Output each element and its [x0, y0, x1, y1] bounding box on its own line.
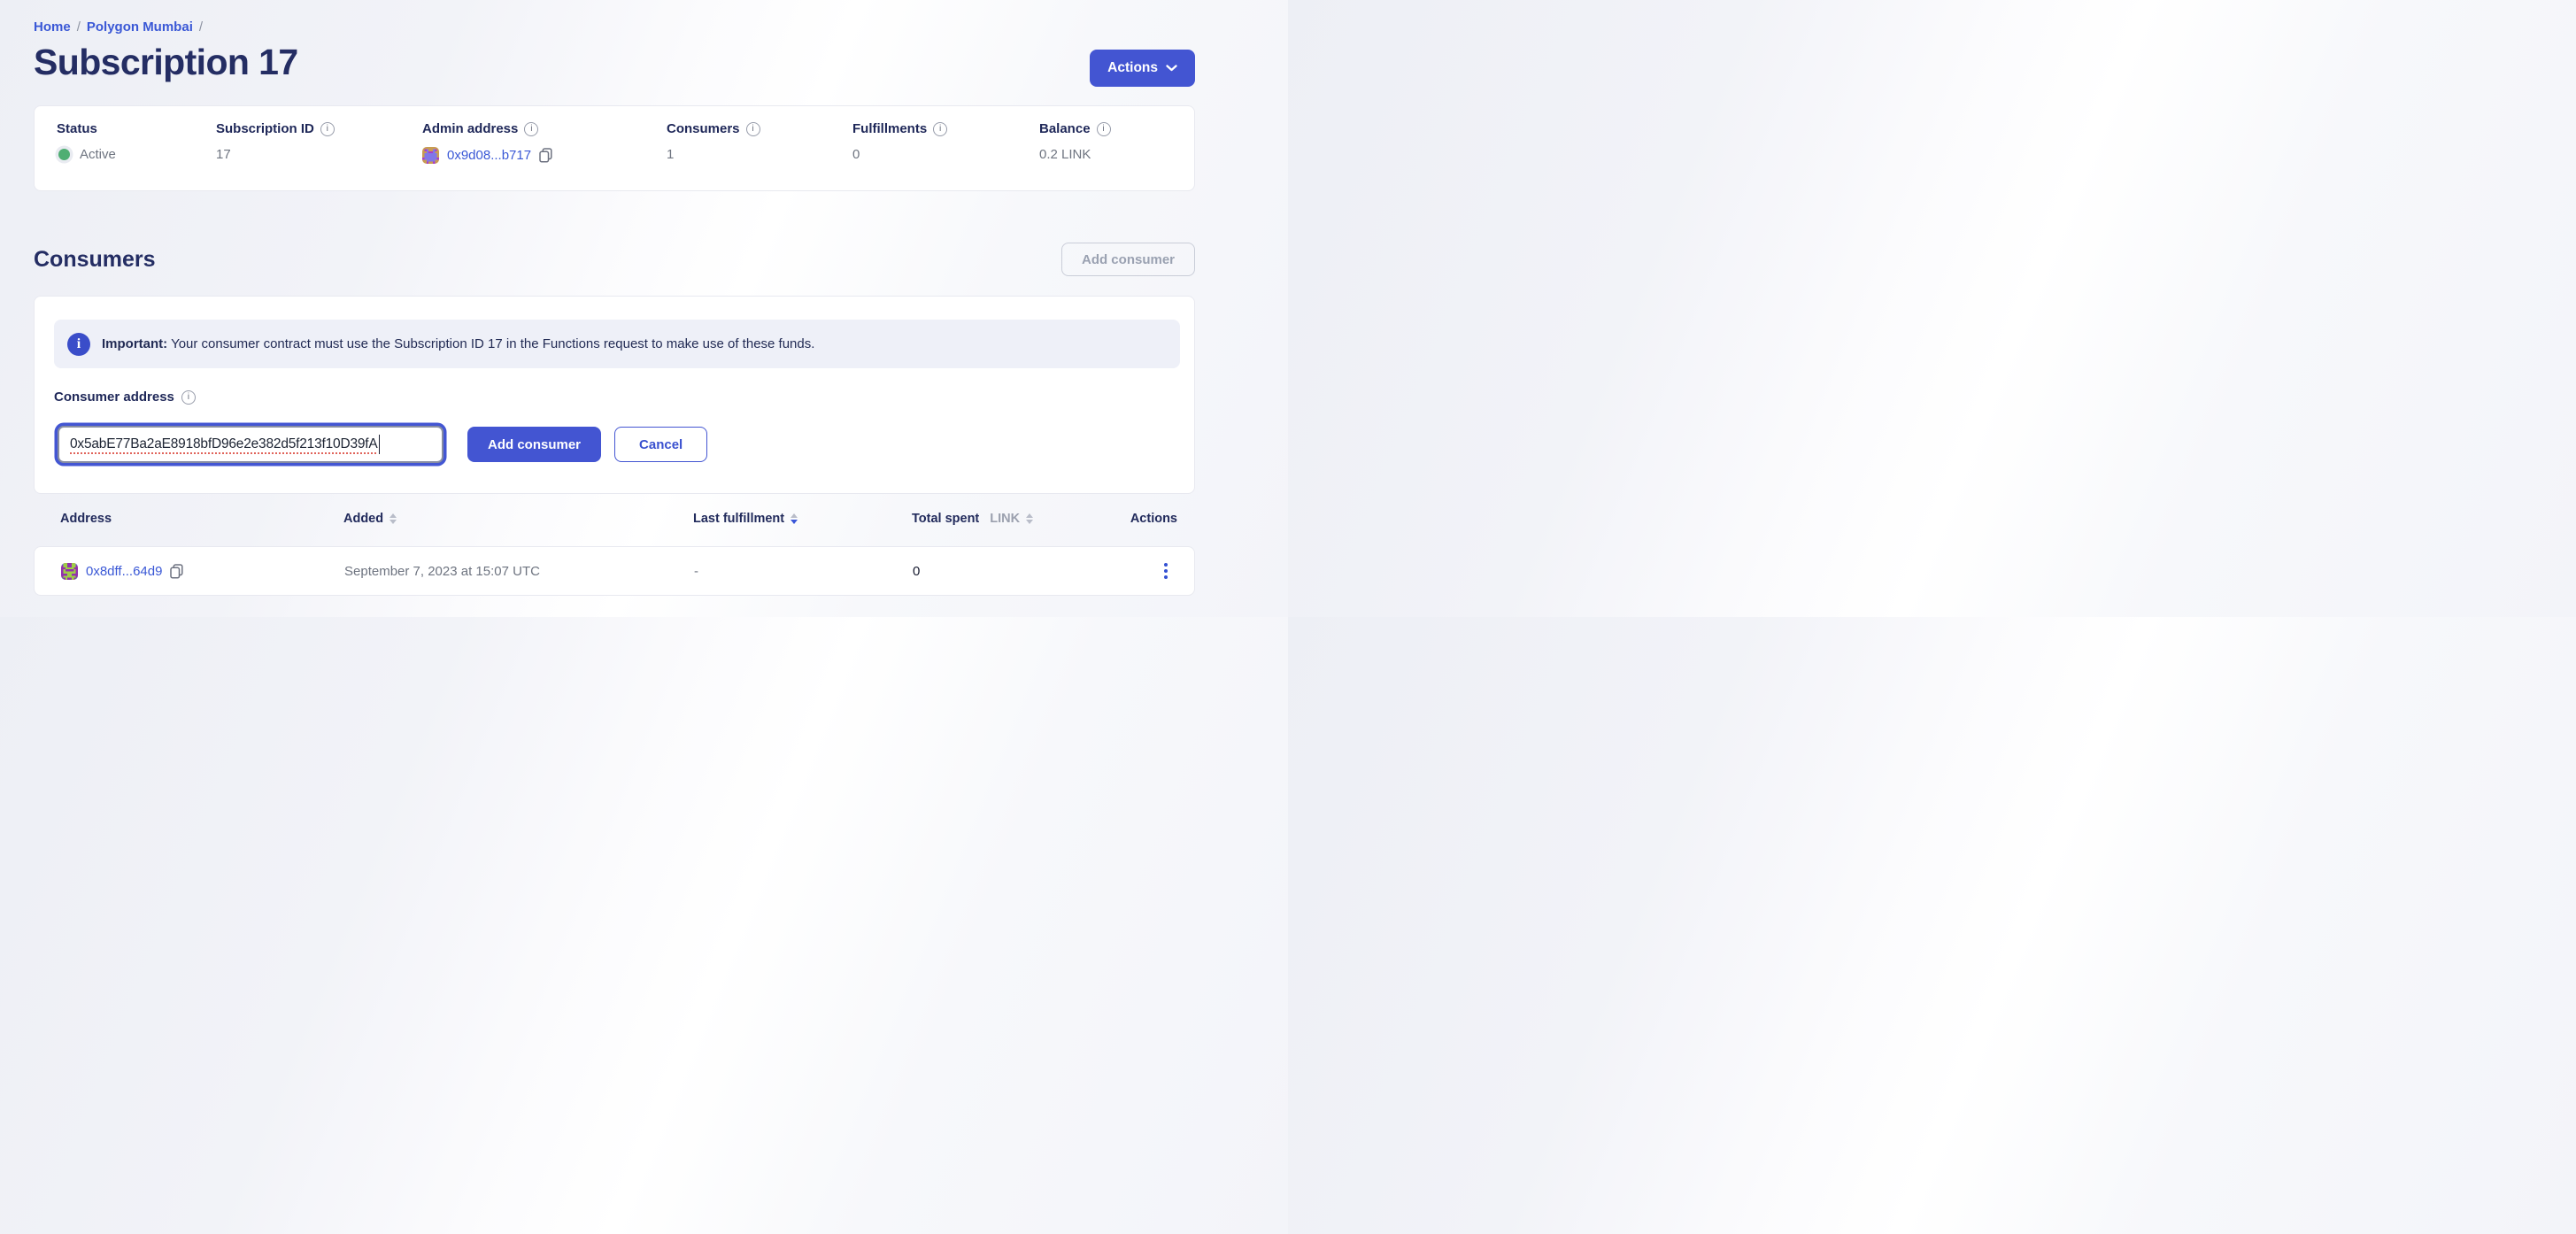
- actions-button-label: Actions: [1107, 60, 1158, 76]
- summary-admin-address: Admin address: [422, 121, 667, 164]
- add-consumer-form-card: Important: Your consumer contract must u…: [34, 296, 1195, 494]
- add-consumer-submit-button[interactable]: Add consumer: [467, 427, 601, 462]
- consumer-last-fulfillment-cell: -: [694, 564, 913, 579]
- status-label: Status: [57, 121, 97, 136]
- breadcrumb-separator: /: [199, 19, 203, 35]
- info-icon[interactable]: [320, 122, 335, 136]
- consumer-added-cell: September 7, 2023 at 15:07 UTC: [344, 564, 694, 579]
- consumer-actions-cell: [1107, 559, 1176, 582]
- consumer-address-input[interactable]: 0x5abE77Ba2aE8918bfD96e2e382d5f213f10D39…: [58, 426, 443, 463]
- admin-address-label: Admin address: [422, 121, 518, 136]
- fulfillments-value: 0: [852, 147, 860, 162]
- consumer-address-label: Consumer address: [54, 389, 174, 405]
- fulfillments-label: Fulfillments: [852, 121, 927, 136]
- consumers-value: 1: [667, 147, 674, 162]
- balance-label: Balance: [1039, 121, 1091, 136]
- consumers-table-header: Address Added Last fulfillment Total spe…: [34, 506, 1195, 531]
- copy-icon[interactable]: [170, 564, 183, 579]
- add-consumer-button-disabled[interactable]: Add consumer: [1061, 243, 1195, 276]
- summary-status: Status Active: [57, 121, 216, 164]
- consumer-table-row: 0x8dff...64d9 September 7, 2023 at 15:07…: [34, 546, 1195, 596]
- text-caret: [379, 435, 381, 454]
- breadcrumb-network-link[interactable]: Polygon Mumbai: [87, 19, 193, 35]
- subscription-summary-card: Status Active Subscription ID 17 Admin a…: [34, 105, 1195, 191]
- summary-fulfillments: Fulfillments 0: [852, 121, 1039, 164]
- summary-subscription-id: Subscription ID 17: [216, 121, 422, 164]
- sort-icon[interactable]: [389, 513, 397, 525]
- table-header-address: Address: [60, 512, 343, 526]
- consumers-label: Consumers: [667, 121, 740, 136]
- summary-consumers: Consumers 1: [667, 121, 852, 164]
- balance-value: 0.2 LINK: [1039, 147, 1091, 162]
- info-icon[interactable]: [524, 122, 538, 136]
- cancel-button[interactable]: Cancel: [614, 427, 707, 462]
- subscription-detail-page: Home / Polygon Mumbai / Subscription 17 Act…: [34, 0, 1195, 596]
- status-value: Active: [80, 147, 116, 162]
- sort-icon-active[interactable]: [791, 513, 798, 525]
- info-icon[interactable]: [933, 122, 947, 136]
- consumer-total-spent-cell: 0: [913, 564, 1107, 579]
- subscription-id-value: 17: [216, 147, 231, 162]
- breadcrumb: Home / Polygon Mumbai /: [34, 19, 1195, 35]
- consumers-heading: Consumers: [34, 247, 156, 273]
- chevron-down-icon: [1166, 65, 1177, 72]
- info-circle-icon: [67, 333, 90, 356]
- consumer-address-input-value: 0x5abE77Ba2aE8918bfD96e2e382d5f213f10D39…: [70, 436, 378, 452]
- copy-icon[interactable]: [539, 148, 552, 163]
- breadcrumb-home-link[interactable]: Home: [34, 19, 71, 35]
- table-header-actions: Actions: [1107, 512, 1177, 526]
- actions-button[interactable]: Actions: [1090, 50, 1195, 87]
- breadcrumb-separator: /: [77, 19, 81, 35]
- subscription-id-label: Subscription ID: [216, 121, 314, 136]
- admin-address-link[interactable]: 0x9d08...b717: [447, 148, 531, 163]
- status-active-dot: [58, 149, 70, 160]
- page-title: Subscription 17: [34, 42, 1195, 83]
- sort-icon[interactable]: [1026, 513, 1033, 525]
- important-banner: Important: Your consumer contract must u…: [54, 320, 1180, 368]
- consumer-address-cell: 0x8dff...64d9: [61, 563, 344, 580]
- table-header-added[interactable]: Added: [343, 512, 693, 526]
- consumer-address-link[interactable]: 0x8dff...64d9: [86, 564, 162, 579]
- kebab-menu-icon[interactable]: [1157, 559, 1175, 582]
- info-icon[interactable]: [1097, 122, 1111, 136]
- total-spent-unit-label: LINK: [990, 512, 1020, 526]
- info-icon[interactable]: [181, 390, 196, 405]
- consumer-identicon: [61, 563, 78, 580]
- table-header-last-fulfillment[interactable]: Last fulfillment: [693, 512, 912, 526]
- banner-text: Important: Your consumer contract must u…: [102, 336, 814, 351]
- summary-balance: Balance 0.2 LINK: [1039, 121, 1173, 164]
- admin-identicon: [422, 147, 439, 164]
- table-header-total-spent[interactable]: Total spent LINK: [912, 512, 1107, 526]
- info-icon[interactable]: [746, 122, 760, 136]
